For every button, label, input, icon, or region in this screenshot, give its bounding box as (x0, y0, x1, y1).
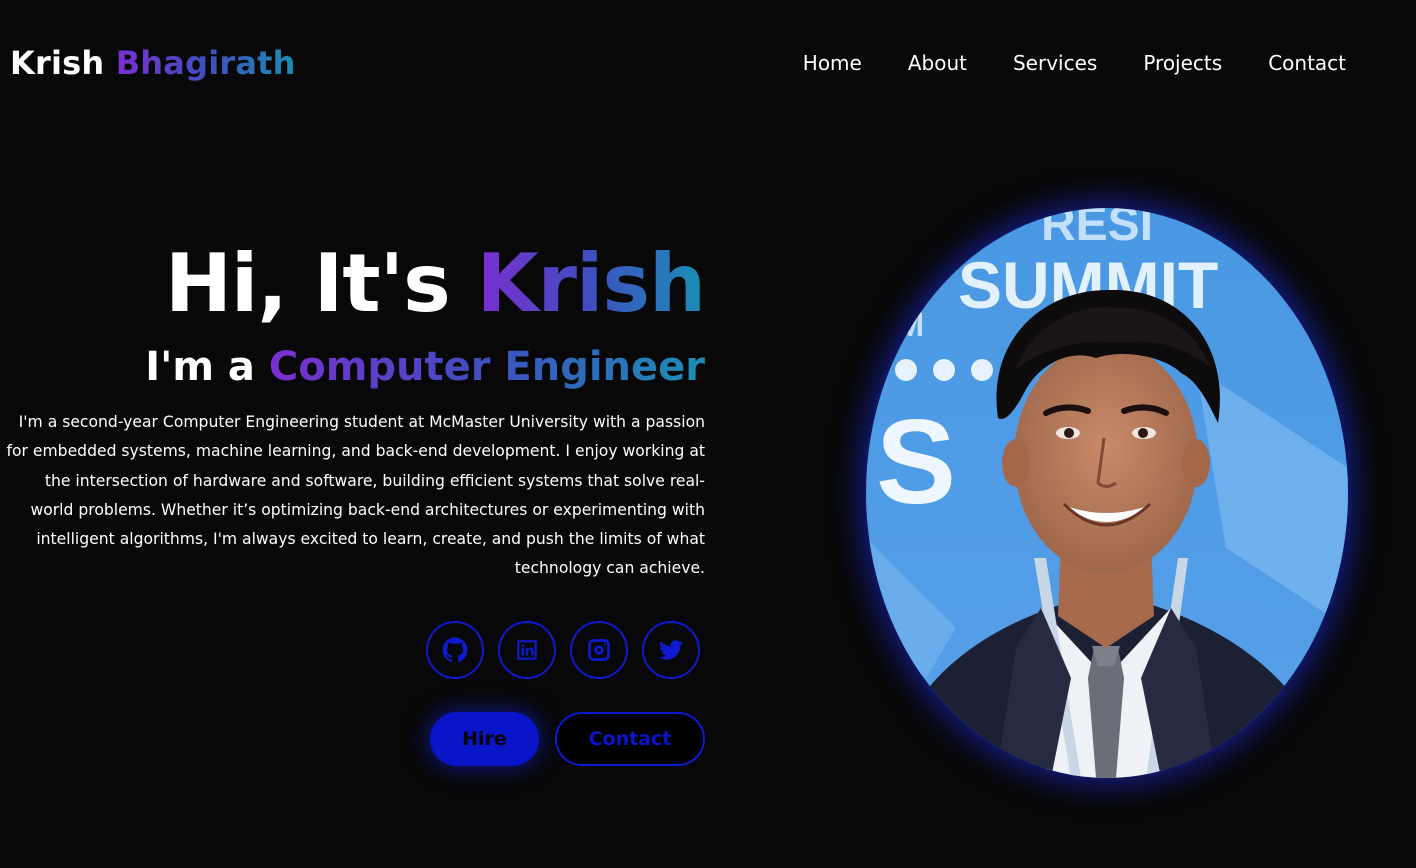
instagram-link[interactable] (570, 621, 628, 679)
profile-illustration: RESI SUMMIT M S (866, 208, 1348, 778)
hero-title: Hi, It's Krish (5, 236, 706, 332)
contact-button[interactable]: Contact (555, 712, 705, 766)
profile-photo: RESI SUMMIT M S (866, 208, 1348, 778)
nav-projects[interactable]: Projects (1143, 51, 1222, 75)
hero-subtitle-role: Computer Engineer (268, 344, 705, 390)
instagram-icon (588, 639, 610, 661)
hero-title-name: Krish (476, 237, 706, 330)
twitter-icon (659, 640, 683, 660)
backdrop-text-small: M (896, 306, 924, 344)
nav-contact[interactable]: Contact (1268, 51, 1346, 75)
github-icon (442, 637, 468, 663)
main-nav: Home About Services Projects Contact (803, 51, 1346, 75)
backdrop-text-left: S (876, 395, 956, 529)
logo-last-name: Bhagirath (115, 44, 296, 82)
social-links (426, 621, 700, 679)
nav-home[interactable]: Home (803, 51, 862, 75)
nav-services[interactable]: Services (1013, 51, 1097, 75)
nav-about[interactable]: About (908, 51, 967, 75)
linkedin-icon (517, 640, 537, 660)
site-logo[interactable]: Krish Bhagirath (10, 44, 296, 82)
hero-subtitle: I'm a Computer Engineer (5, 342, 705, 392)
backdrop-text-top: RESI (1041, 208, 1153, 251)
logo-first-name: Krish (10, 44, 105, 82)
portfolio-page: Krish Bhagirath Home About Services Proj… (0, 0, 1416, 868)
hero-subtitle-prefix: I'm a (145, 344, 255, 390)
linkedin-link[interactable] (498, 621, 556, 679)
hero-section: Hi, It's Krish I'm a Computer Engineer I… (5, 236, 707, 584)
hire-button[interactable]: Hire (430, 712, 539, 766)
hero-title-prefix: Hi, It's (164, 237, 451, 330)
hero-description: I'm a second-year Computer Engineering s… (6, 413, 706, 578)
twitter-link[interactable] (642, 621, 700, 679)
github-link[interactable] (426, 621, 484, 679)
